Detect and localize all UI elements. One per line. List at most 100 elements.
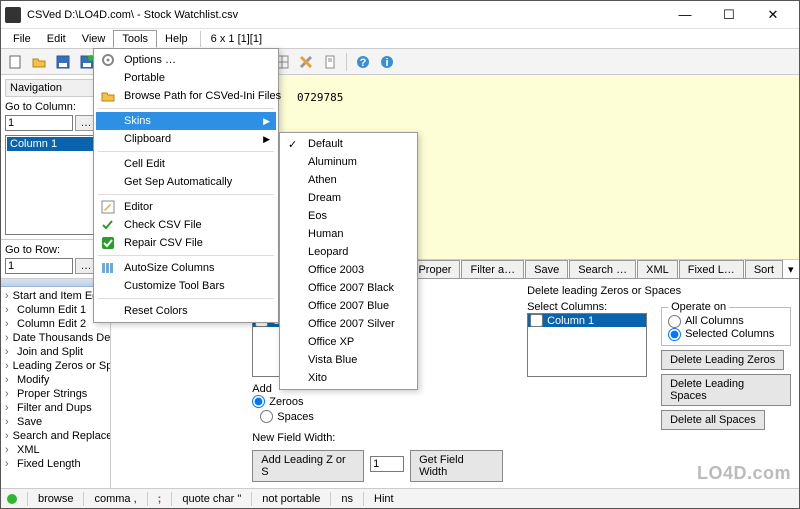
tree-item[interactable]: ›Join and Split [5, 345, 110, 359]
tab-sort[interactable]: Sort [745, 260, 783, 279]
navigation-title: Navigation [5, 79, 106, 97]
radio-selected-columns[interactable]: Selected Columns [668, 328, 784, 341]
radio-all-columns[interactable]: All Columns [668, 315, 784, 328]
menu-portable[interactable]: Portable [96, 69, 276, 87]
tab-xml[interactable]: XML [637, 260, 678, 279]
menu-tools[interactable]: Tools [113, 30, 157, 48]
toolbar-save-icon[interactable] [53, 52, 73, 72]
check-icon [100, 217, 116, 233]
skin-office2007silver[interactable]: Office 2007 Silver [282, 315, 415, 333]
menu-view[interactable]: View [74, 31, 114, 47]
add-leading-button[interactable]: Add Leading Z or S [252, 450, 364, 482]
skin-aluminum[interactable]: Aluminum [282, 153, 415, 171]
tree-item[interactable]: ›Leading Zeros or Spaces [5, 359, 110, 373]
toolbar-help-icon[interactable]: ? [353, 52, 373, 72]
tree-item[interactable]: ›Search and Replace [5, 429, 110, 443]
tree-item[interactable]: ›XML [5, 443, 110, 457]
menu-edit[interactable]: Edit [39, 31, 74, 47]
column-list[interactable]: Column 1 [5, 135, 106, 235]
skin-office2007blue[interactable]: Office 2007 Blue [282, 297, 415, 315]
menu-customize-toolbars[interactable]: Customize Tool Bars [96, 277, 276, 295]
repair-icon [100, 235, 116, 251]
status-hint: Hint [374, 493, 394, 505]
tab-overflow-icon[interactable]: ▾ [784, 261, 798, 278]
skin-office2003[interactable]: Office 2003 [282, 261, 415, 279]
skins-submenu: ✓Default Aluminum Athen Dream Eos Human … [279, 132, 418, 390]
toolbar-new-icon[interactable] [5, 52, 25, 72]
menu-options[interactable]: Options … [96, 51, 276, 69]
del-select-columns-label: Select Columns: [527, 301, 647, 313]
folder-icon [100, 88, 116, 104]
tree-item[interactable]: ›Proper Strings [5, 387, 110, 401]
delete-leading-zeros-button[interactable]: Delete Leading Zeros [661, 350, 784, 370]
goto-row-input[interactable] [5, 258, 73, 274]
get-field-width-button[interactable]: Get Field Width [410, 450, 503, 482]
menu-check-csv[interactable]: Check CSV File [96, 216, 276, 234]
toolbar-settings-icon[interactable] [296, 52, 316, 72]
close-button[interactable]: ✕ [751, 2, 795, 28]
status-dot-icon [7, 494, 17, 504]
gear-icon [100, 52, 116, 68]
menu-skins[interactable]: Skins▶ [96, 112, 276, 130]
menu-editor[interactable]: Editor [96, 198, 276, 216]
del-select-columns-list[interactable]: Column 1 [527, 313, 647, 377]
status-browse: browse [38, 493, 73, 505]
svg-text:?: ? [360, 57, 367, 69]
new-field-width-input[interactable] [370, 456, 404, 472]
skin-officexp[interactable]: Office XP [282, 333, 415, 351]
tab-save[interactable]: Save [525, 260, 568, 279]
svg-text:i: i [385, 57, 388, 69]
skin-leopard[interactable]: Leopard [282, 243, 415, 261]
tab-fixed[interactable]: Fixed L… [679, 260, 744, 279]
tools-menu: Options … Portable Browse Path for CSVed… [93, 48, 279, 323]
delete-leading-spaces-button[interactable]: Delete Leading Spaces [661, 374, 791, 406]
status-semicolon: ; [158, 493, 162, 505]
radio-spaces[interactable]: Spaces [260, 410, 314, 423]
delete-all-spaces-button[interactable]: Delete all Spaces [661, 410, 765, 430]
menu-autosize[interactable]: AutoSize Columns [96, 259, 276, 277]
skin-eos[interactable]: Eos [282, 207, 415, 225]
tree-item[interactable]: ›Modify [5, 373, 110, 387]
toolbar-info-icon[interactable]: i [377, 52, 397, 72]
menu-repair-csv[interactable]: Repair CSV File [96, 234, 276, 252]
editor-icon [100, 199, 116, 215]
menu-cell-edit[interactable]: Cell Edit [96, 155, 276, 173]
delete-leading-title: Delete leading Zeros or Spaces [527, 285, 791, 297]
menu-help[interactable]: Help [157, 31, 196, 47]
minimize-button[interactable]: — [663, 2, 707, 28]
menu-get-sep[interactable]: Get Sep Automatically [96, 173, 276, 191]
toolbar-doc-icon[interactable] [320, 52, 340, 72]
toolbar-open-icon[interactable] [29, 52, 49, 72]
menu-browse-path[interactable]: Browse Path for CSVed-Ini Files [96, 87, 276, 105]
menu-clipboard[interactable]: Clipboard▶ [96, 130, 276, 148]
status-ns: ns [341, 493, 353, 505]
menubar-separator [200, 31, 201, 47]
column-list-item[interactable]: Column 1 [7, 137, 104, 151]
skin-human[interactable]: Human [282, 225, 415, 243]
new-field-width-label: New Field Width: [252, 432, 503, 444]
menu-reset-colors[interactable]: Reset Colors [96, 302, 276, 320]
menu-file[interactable]: File [5, 31, 39, 47]
radio-zeroos[interactable]: Zeroos [252, 395, 503, 408]
tab-filter[interactable]: Filter a… [461, 260, 524, 279]
tree-item[interactable]: ›Filter and Dups [5, 401, 110, 415]
title-bar: CSVed D:\LO4D.com\ - Stock Watchlist.csv… [1, 1, 799, 29]
del-col-checkbox[interactable] [530, 314, 543, 327]
tree-item[interactable]: ›Fixed Length [5, 457, 110, 471]
skin-athen[interactable]: Athen [282, 171, 415, 189]
tree-item[interactable]: ›Save [5, 415, 110, 429]
maximize-button[interactable]: ☐ [707, 2, 751, 28]
operate-on-legend: Operate on [668, 301, 729, 313]
skin-dream[interactable]: Dream [282, 189, 415, 207]
skin-vistablue[interactable]: Vista Blue [282, 351, 415, 369]
watermark: LO4D.com [697, 463, 791, 484]
menubar-info: 6 x 1 [1][1] [205, 31, 268, 47]
app-icon [5, 7, 21, 23]
skin-office2007black[interactable]: Office 2007 Black [282, 279, 415, 297]
checkmark-icon: ✓ [288, 138, 297, 151]
tree-item[interactable]: ›Date Thousands Decimal [5, 331, 110, 345]
skin-xito[interactable]: Xito [282, 369, 415, 387]
goto-column-input[interactable] [5, 115, 73, 131]
skin-default[interactable]: ✓Default [282, 135, 415, 153]
tab-search[interactable]: Search … [569, 260, 636, 279]
